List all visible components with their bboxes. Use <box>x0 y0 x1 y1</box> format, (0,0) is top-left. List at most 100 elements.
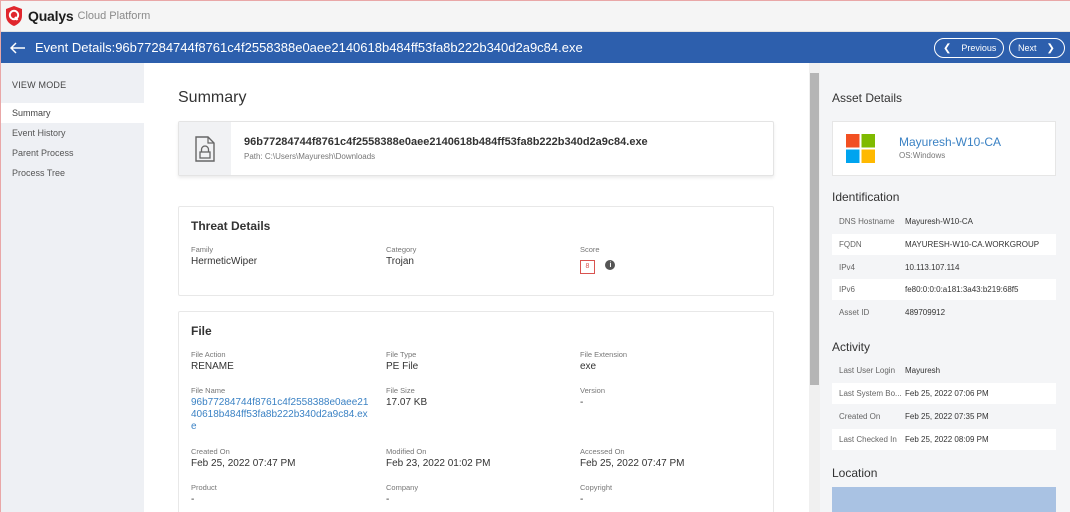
asset-card: Mayuresh-W10-CA OS:Windows <box>832 121 1056 176</box>
brand-product: Cloud Platform <box>77 10 151 22</box>
field-file-type: File Type PE File <box>386 350 418 373</box>
kv-value: MAYURESH-W10-CA.WORKGROUP <box>905 240 1040 249</box>
kv-value: Feb 25, 2022 07:06 PM <box>905 389 989 398</box>
field-file-name: File Name 96b77284744f8761c4f2558388e0ae… <box>191 386 371 433</box>
brand-name: Qualys <box>28 8 74 24</box>
next-label: Next <box>1018 43 1037 53</box>
kv-key: Created On <box>839 412 881 421</box>
qualys-logo-icon[interactable] <box>5 6 23 26</box>
field-product: Product - <box>191 483 217 506</box>
asset-panel: Asset Details Mayuresh-W10-CA OS:Windows… <box>820 63 1070 512</box>
field-file-action: File Action RENAME <box>191 350 234 373</box>
version-label: Version <box>580 386 606 395</box>
pager: ❮ Previous Next ❯ <box>934 38 1065 58</box>
field-category: Category Trojan <box>386 245 416 268</box>
view-mode-heading: VIEW MODE <box>12 80 67 90</box>
kv-dns-hostname: DNS Hostname Mayuresh-W10-CA <box>832 211 1056 232</box>
kv-ipv6: IPv6 fe80:0:0:0:a181:3a43:b219:68f5 <box>832 279 1056 300</box>
accessed-on-label: Accessed On <box>580 447 625 456</box>
kv-created-on: Created On Feb 25, 2022 07:35 PM <box>832 406 1056 427</box>
file-icon-container <box>179 122 231 175</box>
previous-button[interactable]: ❮ Previous <box>934 38 1004 58</box>
main-content: Summary 96b77284744f8761c4f2558388e0aee2… <box>144 63 809 512</box>
kv-value: 489709912 <box>905 308 946 317</box>
field-family: Family HermeticWiper <box>191 245 257 268</box>
accessed-on-value: Feb 25, 2022 07:47 PM <box>580 458 685 469</box>
file-summary-card: 96b77284744f8761c4f2558388e0aee2140618b4… <box>178 121 774 176</box>
kv-asset-id: Asset ID 489709912 <box>832 302 1056 323</box>
kv-value: Mayuresh-W10-CA <box>905 217 974 226</box>
field-copyright: Copyright - <box>580 483 612 506</box>
asset-name-link[interactable]: Mayuresh-W10-CA <box>899 135 1001 149</box>
threat-details-title: Threat Details <box>191 219 271 233</box>
kv-key: FQDN <box>839 240 862 249</box>
sidebar-item-parent-process[interactable]: Parent Process <box>1 143 144 163</box>
modified-on-value: Feb 23, 2022 01:02 PM <box>386 458 491 469</box>
kv-value: Feb 25, 2022 08:09 PM <box>905 435 989 444</box>
field-accessed-on: Accessed On Feb 25, 2022 07:47 PM <box>580 447 685 470</box>
kv-last-system-boot: Last System Bo... Feb 25, 2022 07:06 PM <box>832 383 1056 404</box>
info-icon[interactable]: i <box>605 260 616 270</box>
sidebar-item-summary[interactable]: Summary <box>1 103 144 123</box>
company-value: - <box>386 494 390 505</box>
sidebar-item-process-tree[interactable]: Process Tree <box>1 163 144 183</box>
kv-key: Last Checked In <box>839 435 897 444</box>
sidebar-item-event-history[interactable]: Event History <box>1 123 144 143</box>
kv-key: Last System Bo... <box>839 389 902 398</box>
field-created-on: Created On Feb 25, 2022 07:47 PM <box>191 447 296 470</box>
file-action-label: File Action <box>191 350 226 359</box>
company-label: Company <box>386 483 419 492</box>
file-extension-label: File Extension <box>580 350 628 359</box>
scrollbar-thumb[interactable] <box>810 73 819 385</box>
kv-key: DNS Hostname <box>839 217 895 226</box>
kv-key: IPv4 <box>839 263 856 272</box>
windows-logo-icon <box>846 134 875 163</box>
back-arrow-icon[interactable] <box>7 37 29 59</box>
kv-value: Feb 25, 2022 07:35 PM <box>905 412 989 421</box>
chevron-left-icon: ❮ <box>943 42 952 54</box>
field-version: Version - <box>580 386 605 409</box>
threat-details-card: Threat Details Family HermeticWiper Cate… <box>178 206 774 296</box>
asset-details-heading: Asset Details <box>832 91 903 105</box>
file-extension-value: exe <box>580 361 597 372</box>
kv-fqdn: FQDN MAYURESH-W10-CA.WORKGROUP <box>832 234 1056 255</box>
family-value: HermeticWiper <box>191 256 258 267</box>
event-header: Event Details:96b77284744f8761c4f2558388… <box>1 32 1070 63</box>
product-label: Product <box>191 483 217 492</box>
file-name-link[interactable]: 96b77284744f8761c4f2558388e0aee2140618b4… <box>191 397 371 433</box>
main-scrollbar[interactable] <box>809 63 820 512</box>
field-score: Score 8 i <box>580 245 616 274</box>
field-file-extension: File Extension exe <box>580 350 627 373</box>
file-action-value: RENAME <box>191 361 234 372</box>
score-badge: 8 <box>580 259 595 274</box>
file-type-value: PE File <box>386 361 419 372</box>
chevron-right-icon: ❯ <box>1046 42 1055 54</box>
file-name-label: File Name <box>191 386 226 395</box>
category-value: Trojan <box>386 256 414 267</box>
location-map[interactable] <box>832 487 1056 512</box>
kv-value: fe80:0:0:0:a181:3a43:b219:68f5 <box>905 285 1019 294</box>
field-modified-on: Modified On Feb 23, 2022 01:02 PM <box>386 447 491 470</box>
created-on-label: Created On <box>191 447 230 456</box>
file-size-label: File Size <box>386 386 415 395</box>
next-button[interactable]: Next ❯ <box>1009 38 1065 58</box>
field-file-size: File Size 17.07 KB <box>386 386 427 409</box>
kv-last-checked-in: Last Checked In Feb 25, 2022 08:09 PM <box>832 429 1056 450</box>
sidebar: VIEW MODE Summary Event History Parent P… <box>1 63 144 512</box>
identification-heading: Identification <box>832 190 900 204</box>
category-label: Category <box>386 245 417 254</box>
asset-os: OS:Windows <box>899 151 946 160</box>
page-title: Event Details:96b77284744f8761c4f2558388… <box>35 40 583 55</box>
copyright-label: Copyright <box>580 483 613 492</box>
file-type-label: File Type <box>386 350 417 359</box>
kv-key: Asset ID <box>839 308 870 317</box>
file-hash-name: 96b77284744f8761c4f2558388e0aee2140618b4… <box>244 136 648 148</box>
kv-ipv4: IPv4 10.113.107.114 <box>832 257 1056 278</box>
field-company: Company - <box>386 483 418 506</box>
location-heading: Location <box>832 466 878 480</box>
kv-value: 10.113.107.114 <box>905 263 960 272</box>
created-on-value: Feb 25, 2022 07:47 PM <box>191 458 296 469</box>
kv-last-user-login: Last User Login Mayuresh <box>832 360 1056 381</box>
copyright-value: - <box>580 494 584 505</box>
file-path: Path: C:\Users\Mayuresh\Downloads <box>244 152 376 161</box>
